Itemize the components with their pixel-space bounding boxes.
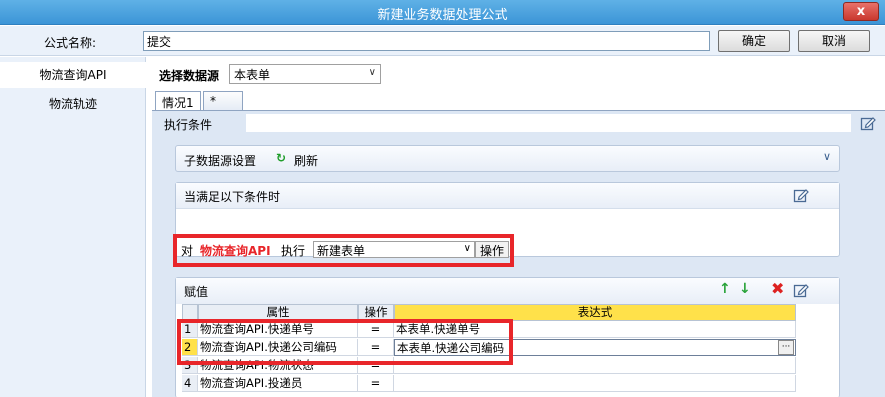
ellipsis-button[interactable]: ··· <box>778 340 794 355</box>
edit-icon[interactable] <box>793 187 809 203</box>
table-row[interactable]: 2 物流查询API.快递公司编码 = 本表单.快递公司编码 ··· <box>182 339 796 356</box>
move-down-icon[interactable]: ↓ <box>739 281 751 297</box>
column-header-op[interactable]: 操作 <box>358 304 394 321</box>
condition-row: 对 物流查询API 执行 新建表单 ∨ 操作 <box>176 241 839 258</box>
row-number: 2 <box>182 339 198 356</box>
condition-header: 当满足以下条件时 <box>176 183 839 209</box>
formula-name-input[interactable]: 提交 <box>143 31 710 51</box>
sub-datasource-bar: 子数据源设置 ↻ 刷新 ∨ <box>175 145 840 172</box>
condition-prefix: 对 <box>181 244 194 258</box>
table-row[interactable]: 1 物流查询API.快递单号 = 本表单.快递单号 <box>182 321 796 338</box>
condition-title: 当满足以下条件时 <box>184 190 281 204</box>
expr-cell[interactable]: 本表单.快递公司编码 <box>394 339 796 356</box>
ok-button[interactable]: 确定 <box>718 30 790 52</box>
condition-action-word: 执行 <box>281 244 306 258</box>
formula-name-label: 公式名称: <box>43 36 97 50</box>
sidebar-item-logistics-track[interactable]: 物流轨迹 <box>0 91 146 117</box>
op-cell[interactable]: = <box>358 375 394 392</box>
grid-corner <box>182 304 198 321</box>
title-bar: 新建业务数据处理公式 x <box>0 0 885 25</box>
sidebar-item-logistics-api[interactable]: 物流查询API <box>0 62 146 88</box>
cancel-button[interactable]: 取消 <box>798 30 870 52</box>
main-area: 选择数据源 本表单 ∨ 情况1 * 执行条件 子数据源设置 ↻ 刷新 ∨ 当满足… <box>147 57 885 397</box>
op-cell[interactable]: = <box>358 321 394 338</box>
datasource-select[interactable]: 本表单 ∨ <box>229 64 381 84</box>
operation-button[interactable]: 操作 <box>475 241 509 258</box>
expr-cell[interactable] <box>394 357 796 374</box>
sub-datasource-label: 子数据源设置 <box>184 154 257 168</box>
expand-icon[interactable]: ∨ <box>823 150 831 163</box>
case-panel: 执行条件 子数据源设置 ↻ 刷新 ∨ 当满足以下条件时 对 物流查询API 执行 <box>152 110 885 397</box>
edit-icon[interactable] <box>793 282 809 298</box>
op-cell[interactable]: = <box>358 339 394 356</box>
move-up-icon[interactable]: ↑ <box>719 281 731 297</box>
chevron-down-icon: ∨ <box>368 67 376 78</box>
refresh-icon[interactable]: ↻ <box>276 151 286 165</box>
row-number: 3 <box>182 357 198 374</box>
attr-cell[interactable]: 物流查询API.快递公司编码 <box>198 339 358 356</box>
assign-header: 赋值 ↑ ↓ ✖ <box>176 278 839 304</box>
column-header-expr[interactable]: 表达式 <box>394 304 796 321</box>
tab-add[interactable]: * <box>203 91 243 111</box>
table-row[interactable]: 4 物流查询API.投递员 = <box>182 375 796 392</box>
operation-select[interactable]: 新建表单 ∨ <box>313 241 475 258</box>
datasource-selected: 本表单 <box>234 68 271 82</box>
chevron-down-icon: ∨ <box>463 243 471 254</box>
condition-target: 物流查询API <box>200 244 271 258</box>
row-number: 1 <box>182 321 198 338</box>
delete-icon[interactable]: ✖ <box>771 279 784 298</box>
condition-card: 当满足以下条件时 对 物流查询API 执行 新建表单 ∨ 操作 <box>175 182 840 258</box>
operation-selected: 新建表单 <box>317 244 366 258</box>
tab-case1[interactable]: 情况1 <box>155 91 201 111</box>
datasource-label: 选择数据源 <box>159 69 220 83</box>
refresh-button[interactable]: 刷新 <box>294 152 318 169</box>
attr-cell[interactable]: 物流查询API.物流状态 <box>198 357 358 374</box>
edit-icon[interactable] <box>860 115 876 131</box>
row-number: 4 <box>182 375 198 392</box>
close-button[interactable]: x <box>843 2 879 21</box>
op-cell[interactable]: = <box>358 357 394 374</box>
sidebar: 物流查询API 物流轨迹 <box>0 57 146 397</box>
column-header-attr[interactable]: 属性 <box>198 304 358 321</box>
attr-cell[interactable]: 物流查询API.投递员 <box>198 375 358 392</box>
assign-title: 赋值 <box>184 285 209 299</box>
formula-name-row: 公式名称: 提交 确定 取消 <box>0 26 885 56</box>
expr-cell[interactable]: 本表单.快递单号 <box>394 321 796 338</box>
table-row[interactable]: 3 物流查询API.物流状态 = <box>182 357 796 374</box>
expr-cell[interactable] <box>394 375 796 392</box>
window-title: 新建业务数据处理公式 <box>377 8 508 23</box>
exec-condition-input[interactable] <box>246 114 851 132</box>
assign-card: 赋值 ↑ ↓ ✖ 属性 操作 表达式 1 物流查询API.快递单号 = 本表单.… <box>175 277 840 397</box>
exec-condition-label: 执行条件 <box>164 118 213 132</box>
attr-cell[interactable]: 物流查询API.快递单号 <box>198 321 358 338</box>
